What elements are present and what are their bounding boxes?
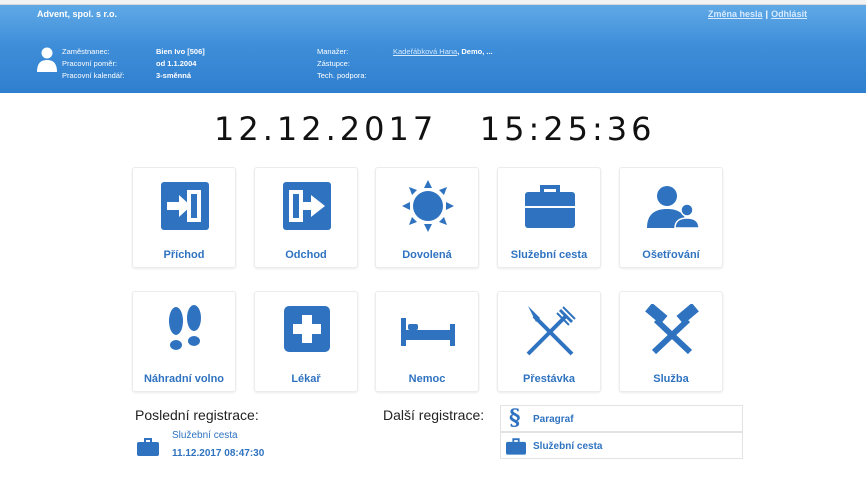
link-separator: | — [765, 9, 769, 19]
employment-label: Pracovní poměr: — [62, 59, 118, 68]
tile-label: Příchod — [163, 249, 205, 261]
next-registration-item[interactable]: § Paragraf — [500, 405, 743, 432]
departure-icon — [283, 182, 331, 230]
user-icon — [37, 47, 57, 72]
crossed-hammers-icon — [645, 304, 699, 355]
tile-business-trip[interactable]: Služební cesta — [497, 167, 601, 268]
next-registration-title: Další registrace: — [383, 407, 485, 423]
last-registration-datetime: 11.12.2017 08:47:30 — [172, 448, 265, 459]
staff-values: Kadeřábková Hana, Demo, ... — [393, 46, 493, 58]
bed-icon — [401, 318, 455, 346]
sun-icon — [402, 180, 454, 232]
tile-label: Odchod — [285, 249, 327, 261]
employee-labels: Zaměstnanec: Pracovní poměr: Pracovní ka… — [62, 46, 125, 82]
employee-value: Bien Ivo [506] — [156, 47, 205, 56]
deputy-label: Zástupce: — [317, 59, 350, 68]
tile-label: Náhradní volno — [143, 373, 225, 385]
next-registration-label: Služební cesta — [533, 441, 603, 452]
employment-value: od 1.1.2004 — [156, 59, 197, 68]
tile-arrival[interactable]: Příchod — [132, 167, 236, 268]
parent-child-icon — [647, 186, 700, 229]
paragraph-icon: § — [509, 405, 521, 431]
date-time-display: 12.12.2017 15:25:36 — [214, 110, 655, 148]
tile-break[interactable]: Přestávka — [497, 291, 601, 392]
tile-label: Lékař — [291, 373, 321, 385]
tile-service[interactable]: Služba — [619, 291, 723, 392]
tile-label: Dovolená — [402, 249, 452, 261]
footprints-icon — [169, 305, 201, 350]
manager-rest: , Demo, ... — [457, 47, 493, 56]
manager-label: Manažer: — [317, 47, 349, 56]
tile-departure[interactable]: Odchod — [254, 167, 358, 268]
tile-label: Služba — [653, 373, 689, 385]
header-links: Změna hesla | Odhlásit — [708, 9, 807, 19]
next-registration-item[interactable]: Služební cesta — [500, 432, 743, 459]
tile-label: Služební cesta — [510, 249, 588, 261]
manager-link[interactable]: Kadeřábková Hana — [393, 47, 457, 56]
fork-knife-icon — [526, 306, 576, 356]
calendar-label: Pracovní kalendář: — [62, 71, 125, 80]
tile-vacation[interactable]: Dovolená — [375, 167, 479, 268]
last-registration-title: Poslední registrace: — [135, 407, 259, 423]
calendar-value: 3-směnná — [156, 71, 192, 80]
medical-cross-icon — [284, 306, 330, 352]
current-date: 12.12.2017 — [214, 110, 438, 148]
header-bar: Advent, spol. s r.o. Změna hesla | Odhlási… — [0, 5, 866, 93]
tile-label: Přestávka — [523, 373, 575, 385]
tile-doctor[interactable]: Lékař — [254, 291, 358, 392]
tile-label: Nemoc — [408, 373, 446, 385]
tile-compensatory-leave[interactable]: Náhradní volno — [132, 291, 236, 392]
company-name: Advent, spol. s r.o. — [37, 9, 118, 19]
briefcase-icon — [525, 185, 575, 228]
tech-support-label: Tech. podpora: — [317, 71, 367, 80]
briefcase-icon — [506, 438, 526, 455]
briefcase-icon — [137, 438, 159, 456]
employee-values: Bien Ivo [506] od 1.1.2004 3-směnná — [156, 46, 205, 82]
tile-label: Ošetřování — [642, 249, 700, 261]
tile-illness[interactable]: Nemoc — [375, 291, 479, 392]
manager-value: Kadeřábková Hana, Demo, ... — [393, 46, 493, 58]
change-password-link[interactable]: Změna hesla — [708, 9, 763, 19]
employee-label: Zaměstnanec: — [62, 47, 110, 56]
tile-care[interactable]: Ošetřování — [619, 167, 723, 268]
next-registration-label: Paragraf — [533, 414, 574, 425]
current-time: 15:25:36 — [479, 110, 656, 148]
logout-link[interactable]: Odhlásit — [771, 9, 807, 19]
last-registration-type: Služební cesta — [172, 430, 238, 441]
staff-labels: Manažer: Zástupce: Tech. podpora: — [317, 46, 367, 82]
arrival-icon — [161, 182, 209, 230]
